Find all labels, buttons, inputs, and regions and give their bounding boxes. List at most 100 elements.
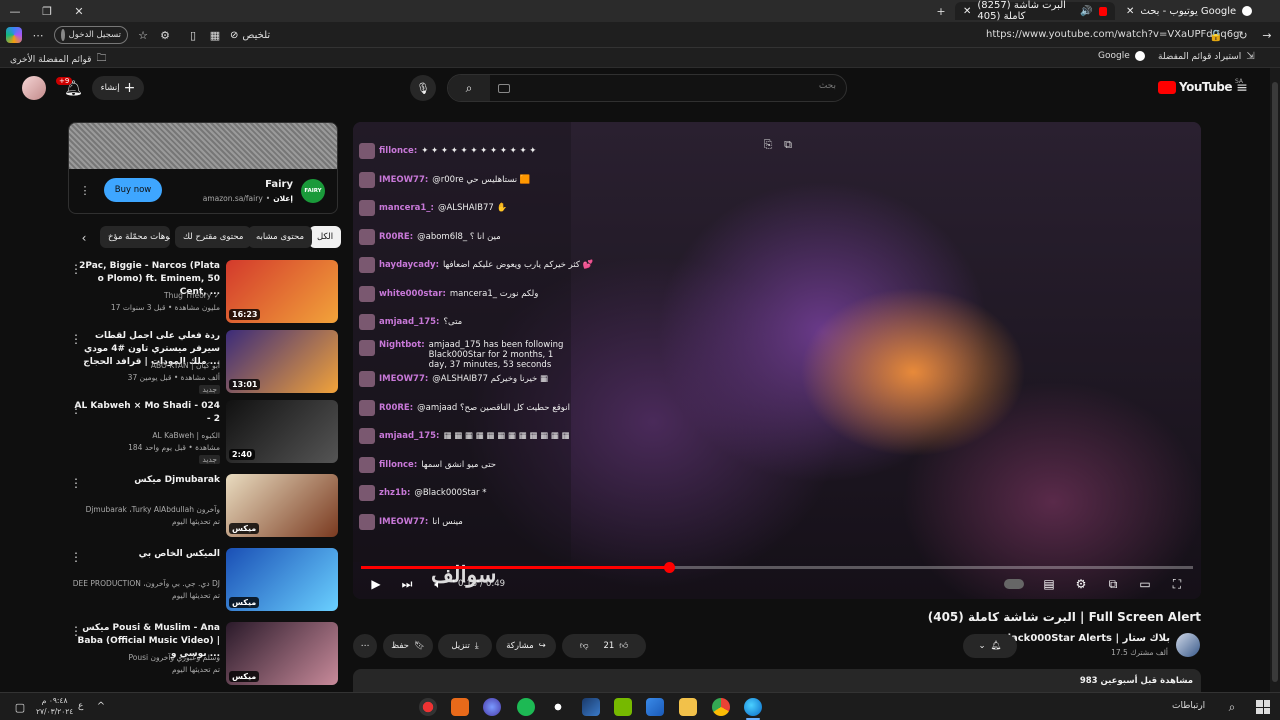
chevron-up-icon[interactable]: ^ [95, 699, 107, 713]
summarize-button[interactable]: ⊘ تلخيص [230, 27, 270, 43]
more-options-icon[interactable]: ⋮ [70, 332, 82, 346]
more-options-icon[interactable]: ⋮ [70, 476, 82, 490]
video-player[interactable]: fillonce: ✦ ✦ ✦ ✦ ✦ ✦ ✦ ✦ ✦ ✦ ✦ ✦ IMEOW77:… [353, 122, 1201, 599]
keyboard-icon[interactable] [498, 84, 510, 93]
favorites-icon[interactable]: ☆ [136, 27, 150, 43]
extensions-icon[interactable]: ⚙ [158, 27, 172, 43]
chevron-left-icon[interactable]: ‹ [76, 230, 92, 246]
ad-card[interactable]: FAIRY Fairy amazon.sa/fairy • إعلان Buy … [68, 122, 338, 214]
new-tab-icon[interactable]: + [934, 4, 948, 18]
video-thumbnail[interactable]: ميكس [226, 474, 338, 537]
share-button[interactable]: مشاركة ↪ [496, 634, 556, 658]
maximize-icon[interactable]: ❐ [40, 4, 54, 18]
notifications-button[interactable]: 🔔︎ +9 [56, 76, 84, 100]
chrome-icon[interactable] [712, 698, 730, 716]
video-title[interactable]: ميكس Djmubarak [70, 474, 220, 487]
more-actions-button[interactable]: ⋯ [353, 634, 377, 658]
store-icon[interactable] [646, 698, 664, 716]
more-options-icon[interactable]: ⋮ [70, 262, 82, 276]
video-thumbnail[interactable]: ميكس [226, 622, 338, 685]
start-button[interactable] [1256, 700, 1270, 714]
settings-button[interactable]: ⚙ [1072, 575, 1090, 593]
channel-name[interactable]: Pousi وسلم وعبوري وآخرون [70, 652, 220, 663]
more-options-icon[interactable]: ⋮ [70, 550, 82, 564]
subscribe-bell-button[interactable]: ⌄ 🔔︎ [963, 634, 1017, 658]
close-tab-icon[interactable]: ✕ [1126, 6, 1134, 17]
miniplayer-button[interactable]: ⧉ [1104, 575, 1122, 593]
video-thumbnail[interactable]: ميكس [226, 548, 338, 611]
app-icon-1[interactable] [419, 698, 437, 716]
video-title[interactable]: الميكس الخاص بي [70, 548, 220, 561]
copy-icon[interactable]: ⎘ [761, 138, 775, 152]
search-box[interactable]: ⌕ بحث [447, 74, 847, 102]
download-button[interactable]: تنزيل ⤓ [438, 634, 492, 658]
close-tab-icon[interactable]: ✕ [963, 6, 971, 17]
chip-related[interactable]: محتوى مشابه [248, 226, 312, 248]
spotify-icon[interactable] [517, 698, 535, 716]
import-favorites[interactable]: استيراد قوائم المفضلة ⇲ [1158, 51, 1255, 62]
video-thumbnail[interactable]: 2:40 [226, 400, 338, 463]
youtube-logo[interactable]: YouTube SA [1158, 78, 1243, 94]
video-thumbnail[interactable]: 16:23 [226, 260, 338, 323]
steam-icon[interactable] [582, 698, 600, 716]
dislike-icon[interactable]: 👎︎ [580, 641, 589, 651]
input-language[interactable]: ع [78, 701, 83, 711]
connections-label[interactable]: ارتباطات [1172, 701, 1205, 711]
subtitles-button[interactable]: ▤ [1040, 575, 1058, 593]
back-icon[interactable]: → [1260, 27, 1274, 43]
channel-avatar[interactable] [1176, 633, 1200, 657]
scrollbar-thumb[interactable] [1272, 82, 1278, 682]
play-button[interactable]: ▶ [367, 575, 385, 593]
more-options-icon[interactable]: ⋮ [70, 402, 82, 416]
signin-button[interactable]: تسجيل الدخول [54, 26, 128, 44]
video-title[interactable]: AL Kabweh × Mo Shadi - 024 - 2 [70, 400, 220, 426]
collections-icon[interactable]: ▦ [208, 27, 222, 43]
recommendation-item[interactable]: 2:40 AL Kabweh × Mo Shadi - 024 - 2 AL KaB… [68, 400, 338, 466]
other-favorites[interactable]: قوائم المفضلة الأخرى 🗀 [10, 51, 106, 68]
recommendation-item[interactable]: ميكس ميكس Pousi & Muslim - Ana Baba (Offi… [68, 622, 338, 688]
volume-button[interactable]: 🔈︎ [429, 575, 447, 593]
app-icon-2[interactable] [451, 698, 469, 716]
lock-icon[interactable]: 🔒 [1209, 27, 1223, 43]
scrollbar[interactable] [1270, 68, 1280, 692]
next-button[interactable]: ⏭ [398, 575, 416, 593]
like-icon[interactable]: 👍︎ [619, 641, 628, 651]
recommendation-item[interactable]: ميكس الميكس الخاص بي DEE PRODUCTION ،دي. ج… [68, 548, 338, 614]
avatar[interactable] [22, 76, 46, 100]
search-input[interactable]: بحث [819, 81, 836, 91]
channel-name[interactable]: Djmubarak ،Turky AlAbdullah وآخرون [70, 504, 220, 515]
progress-scrubber[interactable] [663, 562, 675, 573]
tab-google-search[interactable]: ✕ يوتيوب - بحث Google [1118, 2, 1268, 20]
ad-more-icon[interactable]: ⋮ [79, 183, 91, 197]
split-screen-icon[interactable]: ▯ [186, 27, 200, 43]
chip-recently-uploaded[interactable]: فيديوهات محمّلة مؤخ [100, 226, 170, 248]
channel-name[interactable]: Thug Theory ✓ [70, 290, 220, 301]
channel-name[interactable]: AL KaBweh | الكبوه [70, 430, 220, 441]
google-bookmark[interactable]: Google [1098, 51, 1145, 61]
recommendation-item[interactable]: 16:23 2Pac, Biggie - Narcos (Plata o Plom… [68, 260, 338, 326]
theater-button[interactable]: ▭ [1136, 575, 1154, 593]
minimize-icon[interactable]: — [8, 4, 22, 18]
refresh-icon[interactable]: ↻ [1236, 27, 1250, 43]
notification-center-icon[interactable]: ▢ [12, 699, 28, 715]
channel-name[interactable]: DEE PRODUCTION ،دي. جي. بي وآخرون DJ [70, 578, 220, 589]
app-icon-5[interactable] [549, 698, 567, 716]
clock[interactable]: ٠٩:٤٨ م ٢٧/٠٣/٢٠٢٤ [36, 695, 73, 717]
more-menu-icon[interactable]: ⋯ [30, 27, 46, 43]
description-box[interactable]: 983 مشاهدة قبل أسبوعين [353, 669, 1201, 692]
nvidia-icon[interactable] [614, 698, 632, 716]
progress-track[interactable] [361, 562, 1193, 573]
recommendation-item[interactable]: ميكس ميكس Djmubarak Djmubarak ،Turky AlAbd… [68, 474, 338, 540]
close-window-icon[interactable]: ✕ [72, 4, 86, 18]
save-button[interactable]: حفظ 🔖︎ [383, 634, 433, 658]
tab-youtube-video[interactable]: ✕ (8257) البرت شاشة كاملة (405 🔊 [955, 0, 1115, 22]
channel-name[interactable]: ABO KYAN | أبو كيان [70, 360, 220, 371]
ad-cta-button[interactable]: Buy now [104, 178, 162, 202]
chip-recommended[interactable]: محتوى مقترح لك [175, 226, 252, 248]
create-button[interactable]: إنشاء + [92, 76, 144, 100]
fullscreen-button[interactable]: ⛶ [1168, 575, 1186, 593]
app-icon-3[interactable] [483, 698, 501, 716]
search-icon[interactable]: ⌕ [1224, 699, 1240, 715]
speaker-icon[interactable]: 🔊 [1080, 6, 1092, 17]
chip-all[interactable]: الكل [309, 226, 342, 248]
